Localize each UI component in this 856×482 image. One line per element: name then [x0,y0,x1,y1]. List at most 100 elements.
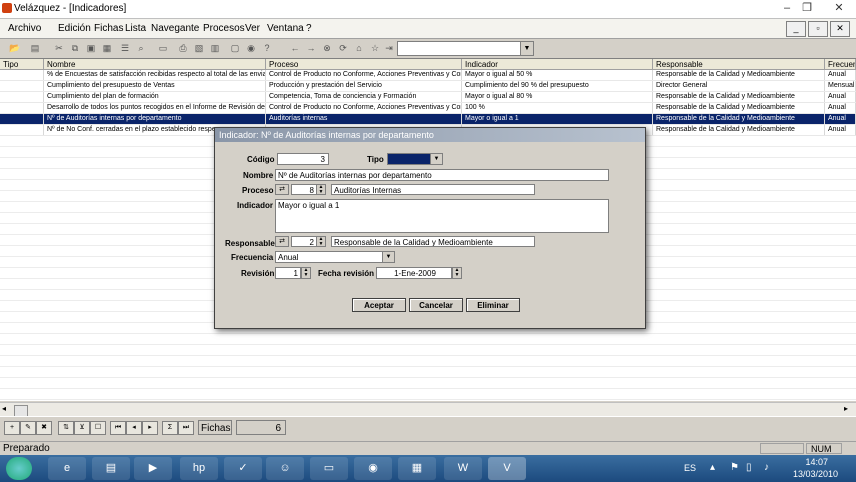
cell-proceso[interactable]: Competencia, Toma de conciencia y Formac… [266,92,462,102]
copy-icon[interactable]: ⧉ [68,42,82,54]
revision-field[interactable]: 1 [275,267,301,279]
hp-icon[interactable]: hp [180,457,218,480]
chevron-down-icon[interactable]: ▼ [382,252,394,262]
cell-indicador[interactable]: Mayor o igual al 50 % [462,70,653,80]
last-record-icon[interactable]: ⏭ [178,421,194,435]
report-icon[interactable]: ▥ [208,42,222,54]
window-icon[interactable]: ▢ [228,42,242,54]
list-icon[interactable]: ☰ [118,42,132,54]
cell-tipo[interactable] [0,70,44,80]
search-icon[interactable]: ⌕ [134,42,148,54]
indicador-field[interactable]: Mayor o igual a 1 [275,199,609,233]
form-icon[interactable]: ▦ [100,42,114,54]
table-row[interactable]: Desarrollo de todos los puntos recogidos… [0,103,856,114]
frecuencia-select[interactable]: Anual ▼ [275,251,395,263]
edit-record-icon[interactable]: ✎ [20,421,36,435]
cell-nombre[interactable]: Cumplimiento del presupuesto de Ventas [44,81,266,91]
ie-icon[interactable]: e [48,457,86,480]
select-icon[interactable]: ☐ [90,421,106,435]
first-record-icon[interactable]: ⏮ [110,421,126,435]
cell-indicador[interactable]: Mayor o igual al 80 % [462,92,653,102]
cell-nombre[interactable]: Nº de Auditorías internas por departamen… [44,114,266,124]
home-icon[interactable]: ⌂ [352,42,366,54]
language-indicator[interactable]: ES [684,463,696,473]
calculator-icon[interactable]: ▦ [398,457,436,480]
restore-icon[interactable]: ❐ [798,1,816,15]
cell-responsable[interactable]: Director General [653,81,825,91]
menu-help[interactable]: ? [306,23,312,34]
print-preview-icon[interactable]: ▧ [192,42,206,54]
cell-proceso[interactable]: Control de Producto no Conforme, Accione… [266,70,462,80]
cell-responsable[interactable]: Responsable de la Calidad y Medioambient… [653,125,825,135]
tray-arrow-icon[interactable]: ▴ [710,462,715,473]
fecha-spinner[interactable]: ▲ ▼ [452,267,462,279]
cell-nombre[interactable]: Desarrollo de todos los puntos recogidos… [44,103,266,113]
open-icon[interactable]: 📂 [8,42,22,54]
cell-proceso[interactable]: Auditorías internas [266,114,462,124]
col-header-frecuencia[interactable]: Frecuen [825,59,856,70]
cell-responsable[interactable]: Responsable de la Calidad y Medioambient… [653,92,825,102]
col-header-responsable[interactable]: Responsable [653,59,825,70]
menu-navegante[interactable]: Navegante [151,23,199,34]
proceso-id-field[interactable]: 8 [291,184,317,195]
navigation-combo[interactable]: ▼ [397,41,534,56]
chevron-down-icon[interactable]: ▼ [520,42,533,55]
menu-fichas[interactable]: Fichas [94,23,123,34]
cell-tipo[interactable] [0,114,44,124]
flag-icon[interactable]: ⚑ [730,462,739,473]
folder-icon[interactable]: ▤ [92,457,130,480]
col-header-proceso[interactable]: Proceso [266,59,462,70]
cell-frecuencia[interactable]: Anual [825,125,856,135]
cell-responsable[interactable]: Responsable de la Calidad y Medioambient… [653,114,825,124]
favorites-icon[interactable]: ☆ [368,42,382,54]
new-record-icon[interactable]: + [4,421,20,435]
forward-icon[interactable]: → [304,42,318,54]
save-icon[interactable]: ▤ [28,42,42,54]
filter-icon[interactable]: ⊻ [74,421,90,435]
responsable-spinner[interactable]: ▲ ▼ [316,236,326,247]
nombre-field[interactable]: Nº de Auditorías internas por departamen… [275,169,609,181]
tipo-select[interactable]: ▼ [387,153,443,165]
col-header-tipo[interactable]: Tipo [0,59,44,70]
menu-lista[interactable]: Lista [125,23,146,34]
go-icon[interactable]: ⇥ [382,42,396,54]
child-close-icon[interactable]: ✕ [830,21,850,37]
close-icon[interactable]: ✕ [830,1,848,15]
col-header-indicador[interactable]: Indicador [462,59,653,70]
child-minimize-icon[interactable]: _ [786,21,806,37]
cell-frecuencia[interactable]: Anual [825,103,856,113]
cell-tipo[interactable] [0,125,44,135]
cell-frecuencia[interactable]: Anual [825,92,856,102]
menu-procesos[interactable]: Procesos [203,23,245,34]
eliminar-button[interactable]: Eliminar [466,298,520,312]
chart-app-icon[interactable]: ✓ [224,457,262,480]
revision-spinner[interactable]: ▲ ▼ [301,267,311,279]
table-row[interactable]: Cumplimiento del plan de formación Compet… [0,92,856,103]
word-icon[interactable]: W [444,457,482,480]
cell-frecuencia[interactable]: Anual [825,114,856,124]
cell-responsable[interactable]: Responsable de la Calidad y Medioambient… [653,70,825,80]
refresh-icon[interactable]: ⟳ [336,42,350,54]
scroll-left-icon[interactable]: ◂ [2,404,6,413]
cell-responsable[interactable]: Responsable de la Calidad y Medioambient… [653,103,825,113]
cell-indicador[interactable]: Cumplimiento del 90 % del presupuesto [462,81,653,91]
sort-icon[interactable]: ⇅ [58,421,74,435]
prev-record-icon[interactable]: ◂ [126,421,142,435]
cell-frecuencia[interactable]: Mensual [825,81,856,91]
calc-icon[interactable]: Σ [162,421,178,435]
cell-proceso[interactable]: Producción y prestación del Servicio [266,81,462,91]
print-icon[interactable]: ⎙ [176,42,190,54]
cell-tipo[interactable] [0,103,44,113]
stop-icon[interactable]: ⊗ [320,42,334,54]
menu-ver[interactable]: Ver [245,23,260,34]
menu-archivo[interactable]: Archivo [8,23,41,34]
proceso-picker-icon[interactable]: ⇄ [275,184,289,195]
cell-frecuencia[interactable]: Anual [825,70,856,80]
eye-icon[interactable]: ◉ [244,42,258,54]
media-player-icon[interactable]: ▶ [134,457,172,480]
menu-edicion[interactable]: Edición [58,23,91,34]
next-record-icon[interactable]: ▸ [142,421,158,435]
cell-proceso[interactable]: Control de Producto no Conforme, Accione… [266,103,462,113]
table-row[interactable]: % de Encuestas de satisfacción recibidas… [0,70,856,81]
minimize-icon[interactable]: – [778,1,796,15]
